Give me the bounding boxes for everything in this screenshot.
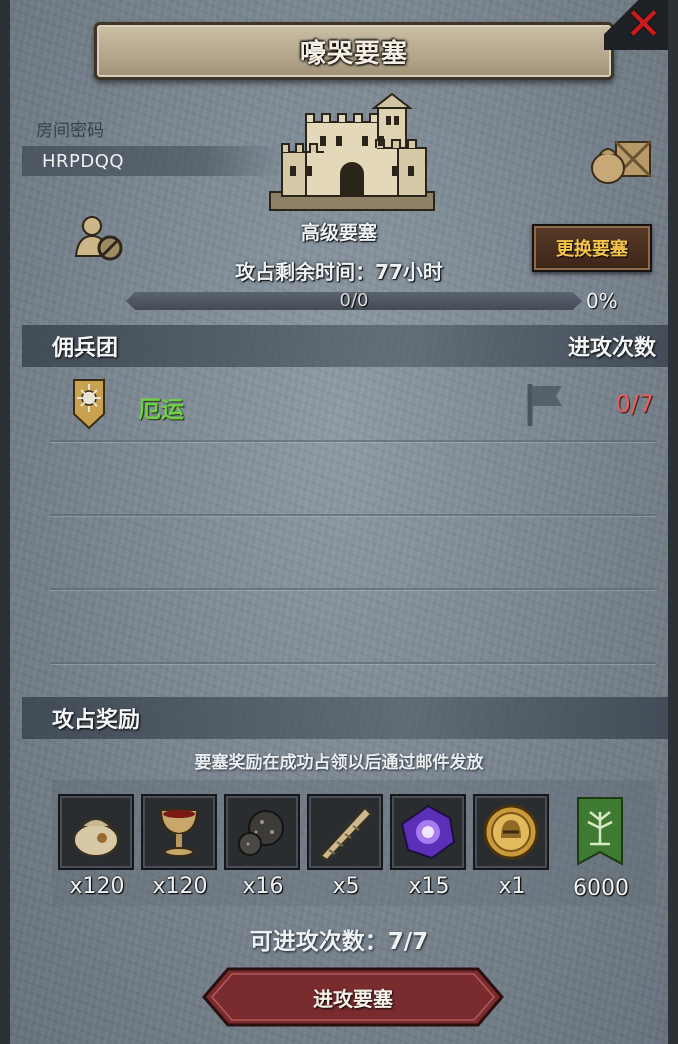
capture-progress-text: 0/0 (339, 290, 369, 311)
remaining-time: 攻占剩余时间：77小时 (235, 260, 443, 284)
goblet-icon (159, 809, 199, 857)
reward-item[interactable]: x120 (141, 794, 219, 904)
room-password-label: 房间密码 (36, 121, 104, 141)
castle-icon (269, 92, 435, 211)
reward-slot (58, 794, 134, 870)
row-divider (50, 440, 656, 442)
attack-fortress-label: 进攻要塞 (313, 986, 393, 1011)
row-divider (50, 588, 656, 590)
ore-icon (238, 810, 284, 856)
reward-slot (473, 794, 549, 870)
rewards-header-label: 攻占奖励 (52, 708, 141, 733)
reward-item[interactable]: x1 (473, 794, 551, 904)
page-title: 嚎哭要塞 (299, 38, 408, 69)
reward-item[interactable]: x16 (224, 794, 302, 904)
reward-slot (390, 794, 466, 870)
mercenary-row[interactable]: 厄运 0/7 (50, 370, 658, 440)
purple-gem-icon (400, 804, 456, 860)
rewards-header: 攻占奖励 (22, 697, 668, 739)
attack-fortress-button[interactable]: 进攻要塞 (200, 966, 506, 1028)
reward-slot (224, 794, 300, 870)
horn-icon (319, 806, 373, 862)
mercenary-header: 佣兵团 进攻次数 (22, 325, 668, 367)
reward-qty: 6000 (573, 876, 629, 901)
reward-item[interactable]: x15 (390, 794, 468, 904)
reward-qty: x1 (498, 874, 526, 899)
reward-slot (307, 794, 383, 870)
reward-note: 要塞奖励在成功占领以后通过邮件发放 (194, 753, 484, 773)
reward-item[interactable]: x5 (307, 794, 385, 904)
reward-qty: x120 (69, 874, 125, 899)
fortress-panel: 嚎哭要塞 ✕ 房间密码 HRPDQQ 高级要塞 更换要塞 攻占剩余时间：77小时… (0, 0, 678, 1044)
row-divider (50, 514, 656, 516)
title-plate: 嚎哭要塞 (94, 22, 614, 80)
supplies-icon[interactable] (590, 134, 654, 186)
reward-slot (141, 794, 217, 870)
attacks-available: 可进攻次数：7/7 (249, 929, 429, 955)
reward-qty: x15 (408, 874, 450, 899)
reward-item[interactable]: x120 (58, 794, 136, 904)
reward-slot (562, 794, 638, 870)
row-divider (50, 662, 656, 664)
flag-icon (527, 384, 562, 426)
reward-qty: x5 (332, 874, 360, 899)
room-code[interactable]: HRPDQQ (42, 151, 124, 172)
guild-banner-icon (73, 379, 105, 430)
mercenary-header-label: 佣兵团 (52, 336, 119, 361)
reward-qty: x16 (242, 874, 284, 899)
pouch-icon (73, 818, 119, 857)
mercenary-name: 厄运 (138, 397, 184, 423)
close-icon: ✕ (625, 0, 662, 50)
attack-count-header-label: 进攻次数 (567, 336, 656, 361)
room-code-bar: HRPDQQ (22, 146, 284, 176)
capture-progress-percent: 0% (586, 289, 618, 313)
reward-list: x120 x120 x16 x5 x15 x1 6000 (52, 780, 656, 906)
green-banner-icon (577, 797, 623, 866)
mercenary-attacks: 0/7 (615, 390, 654, 418)
helmet-coin-icon (483, 804, 539, 860)
close-button[interactable]: ✕ (604, 0, 668, 50)
reward-qty: x120 (152, 874, 208, 899)
reward-item[interactable]: 6000 (562, 794, 640, 904)
